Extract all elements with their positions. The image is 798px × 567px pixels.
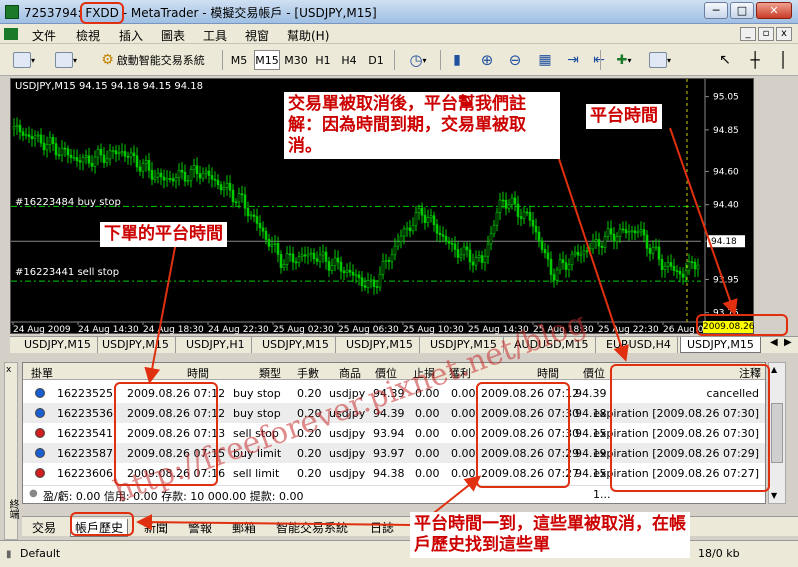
annotation-bottom-note: 平台時間一到，這些單被取消，在帳戶歷史找到這些單 xyxy=(410,512,690,558)
annotation-cancel-note: 交易單被取消後，平台幫我們註解：因為時間到期，交易單被取消。 xyxy=(284,92,560,159)
annotation-platform-time: 平台時間 xyxy=(586,104,662,129)
annotation-order-time: 下單的平台時間 xyxy=(100,222,227,247)
